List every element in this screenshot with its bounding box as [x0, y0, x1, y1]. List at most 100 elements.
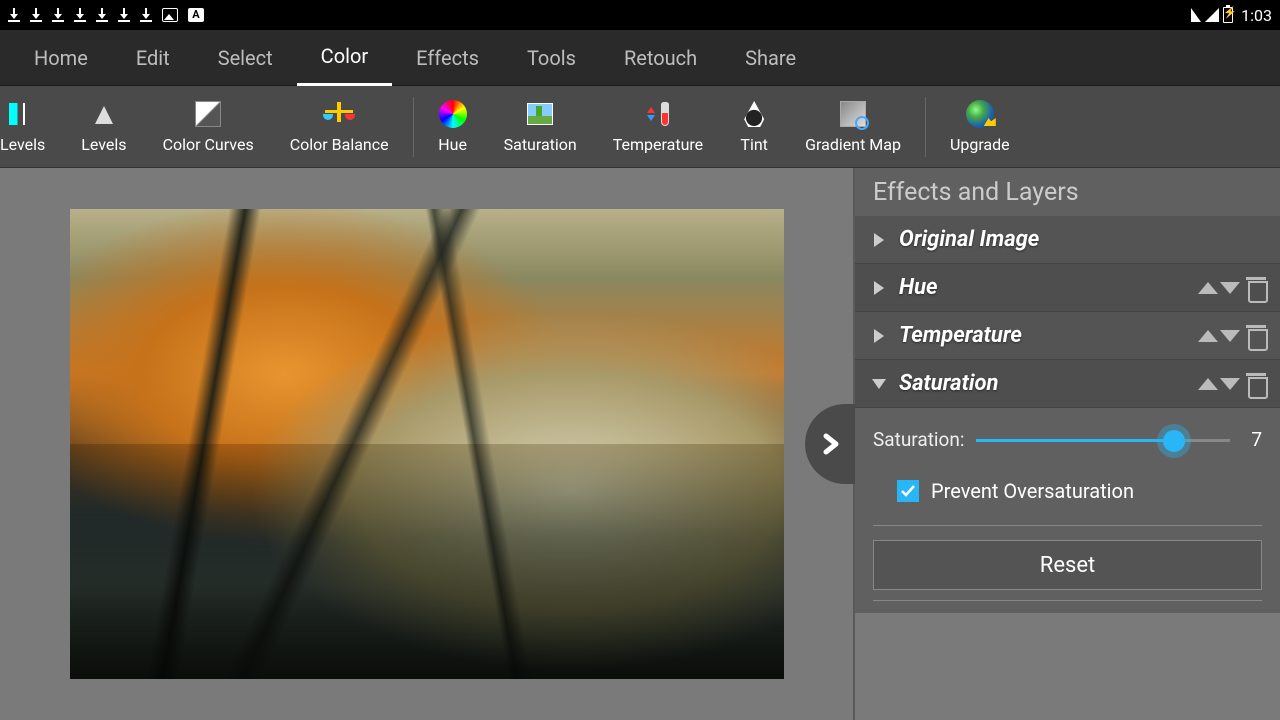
balance-icon: [324, 99, 354, 129]
check-icon: [900, 483, 916, 499]
move-up-icon[interactable]: [1198, 378, 1218, 390]
saturation-slider[interactable]: [976, 430, 1230, 450]
menu-label: Select: [218, 46, 273, 70]
menu-label: Retouch: [624, 46, 697, 70]
upgrade-icon: [965, 99, 995, 129]
move-up-icon[interactable]: [1198, 282, 1218, 294]
checkbox-label: Prevent Oversaturation: [931, 479, 1134, 503]
tool-label: Color Balance: [290, 135, 389, 154]
status-bar: A 1:03: [0, 0, 1280, 30]
layer-label: Temperature: [899, 323, 1188, 348]
tool-tint[interactable]: Tint: [721, 86, 787, 168]
saturation-label: Saturation:: [873, 428, 964, 451]
clock: 1:03: [1241, 6, 1272, 25]
layer-label: Hue: [899, 275, 1188, 300]
tool-balance[interactable]: Color Balance: [272, 86, 407, 168]
status-left: A: [8, 8, 204, 22]
chevron-right-icon: [818, 429, 842, 459]
menu-color[interactable]: Color: [297, 30, 392, 86]
menu-label: Effects: [416, 46, 479, 70]
layer-hue[interactable]: Hue: [855, 264, 1280, 312]
layer-controls: [1198, 325, 1266, 347]
menu-edit[interactable]: Edit: [112, 30, 194, 86]
menu-effects[interactable]: Effects: [392, 30, 503, 86]
effects-layers-panel: Effects and Layers Original Image Hue Te…: [853, 168, 1280, 720]
layer-controls: [1198, 373, 1266, 395]
tool-curves[interactable]: Color Curves: [145, 86, 272, 168]
toolbar-separator: [413, 97, 414, 157]
curves-icon: [193, 99, 223, 129]
move-up-icon[interactable]: [1198, 330, 1218, 342]
download-icon: [140, 8, 152, 22]
download-icon: [118, 8, 130, 22]
move-down-icon[interactable]: [1220, 282, 1240, 294]
status-right: 1:03: [1191, 6, 1272, 25]
tool-gradient-map[interactable]: Gradient Map: [787, 86, 919, 168]
temperature-icon: [643, 99, 673, 129]
menu-select[interactable]: Select: [194, 30, 297, 86]
slider-thumb[interactable]: [1163, 430, 1185, 452]
image-icon: [162, 8, 178, 22]
tool-label: Temperature: [613, 135, 703, 154]
canvas-area: [0, 168, 853, 720]
toolbar-separator: [925, 97, 926, 157]
download-icon: [52, 8, 64, 22]
prevent-oversaturation-checkbox[interactable]: [897, 480, 919, 502]
tool-saturation[interactable]: Saturation: [486, 86, 595, 168]
download-icon: [96, 8, 108, 22]
tool-label: Tint: [740, 135, 768, 154]
tool-auto-levels[interactable]: Levels: [0, 86, 63, 168]
menu-home[interactable]: Home: [10, 30, 112, 86]
main-menu: Home Edit Select Color Effects Tools Ret…: [0, 30, 1280, 86]
panel-title: Effects and Layers: [855, 168, 1280, 216]
expand-right-icon: [869, 230, 889, 250]
tool-label: Upgrade: [950, 135, 1010, 154]
menu-label: Home: [34, 46, 88, 70]
layer-label: Original Image: [899, 227, 1266, 252]
move-down-icon[interactable]: [1220, 378, 1240, 390]
layer-original-image[interactable]: Original Image: [855, 216, 1280, 264]
tool-label: Levels: [0, 135, 45, 154]
expand-right-icon: [869, 278, 889, 298]
panel-collapse-handle[interactable]: [805, 404, 855, 484]
signal-icon: [1205, 8, 1219, 22]
menu-share[interactable]: Share: [721, 30, 820, 86]
download-icon: [74, 8, 86, 22]
tool-label: Levels: [81, 135, 126, 154]
reset-button[interactable]: Reset: [873, 540, 1262, 590]
menu-label: Edit: [136, 46, 170, 70]
expand-down-icon: [869, 374, 889, 394]
divider: [873, 600, 1262, 601]
delete-icon[interactable]: [1246, 277, 1266, 299]
tool-temperature[interactable]: Temperature: [595, 86, 721, 168]
app-a-icon: A: [188, 8, 204, 22]
tool-label: Saturation: [504, 135, 577, 154]
menu-label: Color: [321, 44, 368, 68]
workspace: Effects and Layers Original Image Hue Te…: [0, 168, 1280, 720]
delete-icon[interactable]: [1246, 373, 1266, 395]
tint-icon: [739, 99, 769, 129]
tool-upgrade[interactable]: Upgrade: [932, 86, 1028, 168]
menu-label: Share: [745, 46, 796, 70]
tool-hue[interactable]: Hue: [420, 86, 486, 168]
menu-tools[interactable]: Tools: [503, 30, 600, 86]
tool-label: Gradient Map: [805, 135, 901, 154]
delete-icon[interactable]: [1246, 325, 1266, 347]
gradient-map-icon: [838, 99, 868, 129]
layer-controls: [1198, 277, 1266, 299]
menu-retouch[interactable]: Retouch: [600, 30, 721, 86]
divider: [873, 525, 1262, 526]
hue-icon: [438, 99, 468, 129]
move-down-icon[interactable]: [1220, 330, 1240, 342]
canvas-image[interactable]: [70, 209, 784, 679]
auto-levels-icon: [8, 99, 38, 129]
layer-saturation[interactable]: Saturation: [855, 360, 1280, 408]
layer-label: Saturation: [899, 371, 1188, 396]
tool-label: Color Curves: [163, 135, 254, 154]
levels-icon: [89, 99, 119, 129]
tool-levels[interactable]: Levels: [63, 86, 144, 168]
layer-temperature[interactable]: Temperature: [855, 312, 1280, 360]
download-icon: [8, 8, 20, 22]
menu-label: Tools: [527, 46, 576, 70]
saturation-icon: [525, 99, 555, 129]
